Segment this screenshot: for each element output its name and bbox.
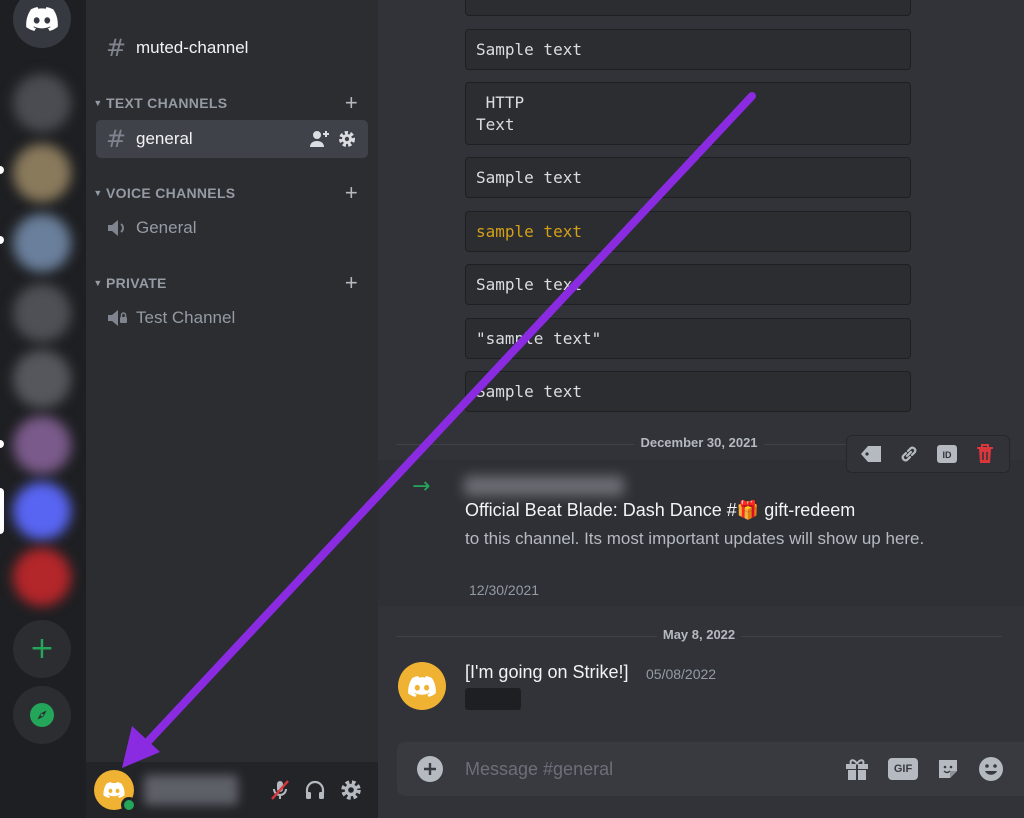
plus-icon <box>424 763 436 775</box>
category-label: TEXT CHANNELS <box>106 95 228 111</box>
unread-indicator <box>0 236 4 244</box>
code-block: HTTP Text <box>465 82 911 145</box>
category-voice-channels[interactable]: ▼ VOICE CHANNELS + <box>90 180 358 206</box>
followed-channel-title[interactable]: Official Beat Blade: Dash Dance #🎁 gift-… <box>465 500 855 521</box>
link-icon[interactable] <box>895 440 923 468</box>
server-icon[interactable] <box>13 214 71 272</box>
server-icon[interactable] <box>13 284 71 342</box>
gear-icon[interactable] <box>340 779 362 801</box>
discord-logo-icon <box>408 675 436 697</box>
speaker-icon <box>108 220 124 236</box>
channel-name: General <box>136 218 197 237</box>
message-composer: Message #general GIF <box>397 742 1024 796</box>
plus-icon: + <box>29 631 55 666</box>
code-block: Sample text <box>465 371 911 412</box>
chat-area: Sample text HTTP Text Sample text sample… <box>378 0 1024 818</box>
code-block: "sample text" <box>465 318 911 359</box>
channel-test-channel[interactable]: Test Channel <box>96 299 368 337</box>
user-panel <box>86 762 378 818</box>
server-icon[interactable] <box>13 144 71 202</box>
date-divider: May 8, 2022 <box>396 627 1002 642</box>
message-input[interactable]: Message #general <box>465 759 613 780</box>
create-channel-icon[interactable]: + <box>345 90 358 116</box>
svg-text:ID: ID <box>943 450 953 460</box>
explore-servers-button[interactable] <box>13 686 71 744</box>
message-timestamp: 05/08/2022 <box>646 666 717 682</box>
date-divider-label: December 30, 2021 <box>634 435 764 450</box>
channel-name: muted-channel <box>136 38 249 57</box>
create-channel-icon[interactable]: + <box>345 270 358 296</box>
compass-icon <box>30 703 54 727</box>
channel-general[interactable]: # general <box>96 120 368 158</box>
id-icon[interactable]: ID <box>933 440 961 468</box>
unread-indicator <box>0 440 4 448</box>
code-block: Sample text <box>465 264 911 305</box>
hash-icon: # <box>106 34 127 62</box>
code-block: Sample text <box>465 29 911 70</box>
gear-icon[interactable] <box>338 130 356 148</box>
server-rail: + <box>0 0 86 818</box>
gift-icon[interactable] <box>844 757 870 781</box>
system-message-body: to this channel. Its most important upda… <box>465 529 925 548</box>
redacted-username <box>464 476 624 496</box>
emoji-icon[interactable] <box>978 756 1004 782</box>
avatar[interactable] <box>398 662 446 710</box>
category-text-channels[interactable]: ▼ TEXT CHANNELS + <box>90 90 358 116</box>
category-label: VOICE CHANNELS <box>106 185 236 201</box>
code-block: sample text <box>465 211 911 252</box>
username-redacted <box>144 775 238 805</box>
date-divider-label: May 8, 2022 <box>656 627 742 642</box>
headphones-icon[interactable] <box>304 779 326 801</box>
category-label: PRIVATE <box>106 275 167 291</box>
channel-name: general <box>136 129 193 148</box>
gif-label: GIF <box>893 763 913 775</box>
hash-icon: # <box>106 125 127 153</box>
channel-sidebar: # muted-channel ▼ TEXT CHANNELS + # gene… <box>86 0 378 818</box>
gif-icon[interactable]: GIF <box>888 758 918 780</box>
message-author[interactable]: [I'm going on Strike!] <box>465 662 629 683</box>
message-timestamp: 12/30/2021 <box>469 582 540 598</box>
tag-icon[interactable] <box>857 440 885 468</box>
trash-icon[interactable] <box>971 440 999 468</box>
channel-name: Test Channel <box>136 308 236 327</box>
invite-icon[interactable] <box>310 130 330 148</box>
chevron-down-icon: ▼ <box>93 188 103 198</box>
unread-indicator <box>0 166 4 174</box>
server-icon[interactable] <box>13 548 71 606</box>
code-block: Sample text <box>465 157 911 198</box>
discord-logo-icon <box>26 7 58 31</box>
server-icon[interactable] <box>13 416 71 474</box>
category-private[interactable]: ▼ PRIVATE + <box>90 270 358 296</box>
add-server-button[interactable]: + <box>13 620 71 678</box>
channel-voice-general[interactable]: General <box>96 209 368 247</box>
home-button[interactable] <box>13 0 71 48</box>
spoiler-content[interactable] <box>465 688 521 710</box>
discord-logo-icon <box>103 782 125 798</box>
selected-indicator <box>0 488 4 534</box>
attach-button[interactable] <box>417 756 443 782</box>
server-icon[interactable] <box>13 74 71 132</box>
message-actions-toolbar: ID <box>846 435 1010 473</box>
chevron-down-icon: ▼ <box>93 98 103 108</box>
online-status-indicator <box>121 797 137 813</box>
code-block-partial <box>465 0 911 16</box>
muted-mic-icon[interactable] <box>270 779 290 801</box>
chevron-down-icon: ▼ <box>93 278 103 288</box>
join-arrow-icon: → <box>412 474 431 499</box>
channel-muted-channel[interactable]: # muted-channel <box>96 29 368 67</box>
locked-speaker-icon <box>108 310 127 326</box>
server-icon[interactable] <box>13 482 71 540</box>
create-channel-icon[interactable]: + <box>345 180 358 206</box>
sticker-icon[interactable] <box>936 757 960 781</box>
avatar[interactable] <box>94 770 137 813</box>
server-icon[interactable] <box>13 350 71 408</box>
